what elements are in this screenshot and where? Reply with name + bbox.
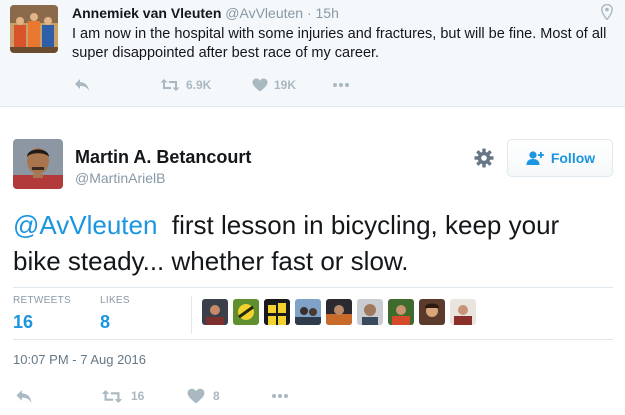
retweet-count: 16 <box>131 389 145 403</box>
more-icon <box>333 83 349 87</box>
main-avatar[interactable] <box>13 139 63 189</box>
parent-like-button[interactable]: 19K <box>252 76 296 94</box>
main-tweet-text: @AvVleuten first lesson in bicycling, ke… <box>13 207 613 279</box>
parent-like-count: 19K <box>274 78 297 92</box>
follow-button[interactable]: Follow <box>507 139 613 177</box>
liker-avatar[interactable] <box>450 299 476 325</box>
heart-icon <box>187 388 205 404</box>
retweet-icon <box>101 389 123 403</box>
liker-avatar[interactable] <box>357 299 383 325</box>
parent-tweet[interactable]: Annemiek van Vleuten @AvVleuten · 15h I … <box>0 0 625 107</box>
main-author-name[interactable]: Martin A. Betancourt <box>75 147 251 168</box>
retweet-icon <box>160 79 180 91</box>
gear-icon[interactable] <box>474 148 494 168</box>
main-action-bar: 16 8 <box>13 386 313 406</box>
parent-avatar[interactable] <box>10 5 58 53</box>
liker-avatar[interactable] <box>233 299 259 325</box>
parent-tweet-header: Annemiek van Vleuten @AvVleuten · 15h <box>72 5 339 21</box>
liker-avatar[interactable] <box>419 299 445 325</box>
likes-stat[interactable]: LIKES 8 <box>100 295 130 333</box>
parent-retweet-button[interactable]: 6.9K <box>160 76 211 94</box>
parent-author-name[interactable]: Annemiek van Vleuten <box>72 5 221 21</box>
parent-separator: · <box>306 5 312 21</box>
likes-value: 8 <box>100 312 111 332</box>
like-count: 8 <box>213 389 220 403</box>
reply-button[interactable] <box>15 386 33 406</box>
parent-author-handle[interactable]: @AvVleuten <box>225 5 303 21</box>
parent-tweet-text: I am now in the hospital with some injur… <box>72 26 607 61</box>
liker-avatar[interactable] <box>326 299 352 325</box>
liker-avatar[interactable] <box>202 299 228 325</box>
parent-reply-button[interactable] <box>74 76 90 94</box>
more-button[interactable] <box>270 386 290 406</box>
tweet-stats: RETWEETS 16 LIKES 8 <box>13 287 613 340</box>
mention-link[interactable]: @AvVleuten <box>13 210 157 240</box>
liker-avatar[interactable] <box>388 299 414 325</box>
liker-avatar[interactable] <box>264 299 290 325</box>
like-button[interactable]: 8 <box>187 386 220 406</box>
parent-more-button[interactable] <box>332 76 350 94</box>
retweets-value: 16 <box>13 312 34 332</box>
retweets-stat[interactable]: RETWEETS 16 <box>13 295 71 333</box>
retweet-button[interactable]: 16 <box>101 386 144 406</box>
parent-action-bar: 6.9K 19K <box>72 76 372 94</box>
reply-icon <box>16 389 32 403</box>
reply-icon <box>75 79 89 91</box>
stats-divider <box>191 296 192 334</box>
parent-timestamp[interactable]: 15h <box>316 5 339 21</box>
follow-user-icon <box>526 151 544 165</box>
liker-avatar[interactable] <box>295 299 321 325</box>
location-pin-icon[interactable] <box>601 4 613 20</box>
retweets-label: RETWEETS <box>13 295 71 306</box>
more-icon <box>272 394 288 398</box>
main-author-handle[interactable]: @MartinArielB <box>75 170 165 186</box>
follow-button-label: Follow <box>550 150 596 166</box>
heart-icon <box>252 78 268 92</box>
tweet-timestamp[interactable]: 10:07 PM - 7 Aug 2016 <box>13 352 146 367</box>
likes-label: LIKES <box>100 295 130 306</box>
parent-retweet-count: 6.9K <box>186 78 212 92</box>
